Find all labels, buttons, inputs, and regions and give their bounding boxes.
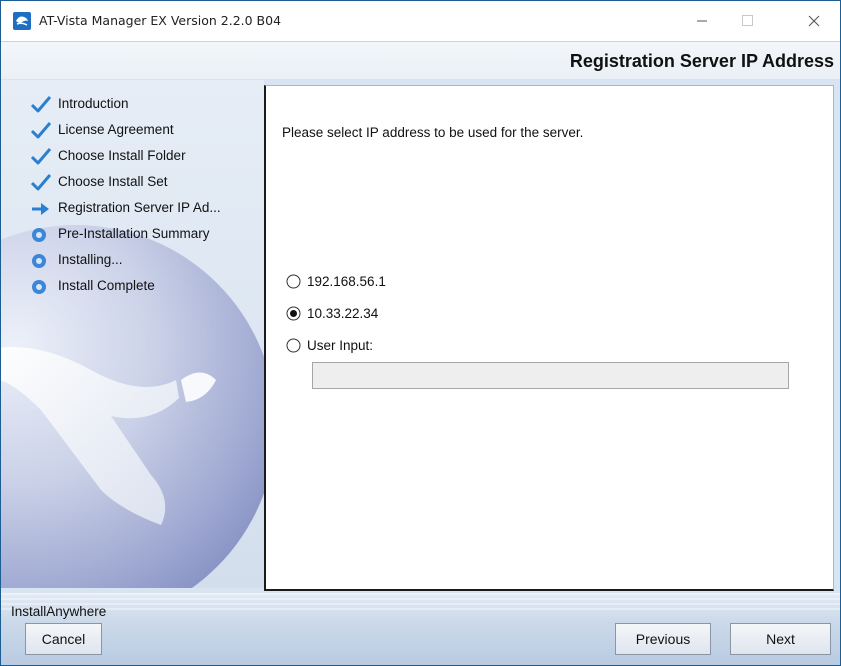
radio-unselected-icon[interactable]: [286, 338, 301, 353]
checkmark-icon: [31, 148, 51, 165]
step-label: Install Complete: [58, 278, 155, 293]
radio-selected-icon[interactable]: [286, 306, 301, 321]
maximize-icon[interactable]: [725, 1, 771, 41]
title-bar[interactable]: AT-Vista Manager EX Version 2.2.0 B04: [1, 1, 840, 41]
installanywhere-brand: InstallAnywhere: [11, 604, 107, 619]
footer-decoration: [1, 593, 840, 613]
step-label: Registration Server IP Ad...: [58, 200, 221, 215]
instruction-text: Please select IP address to be used for …: [282, 125, 584, 140]
arrow-right-icon: [32, 203, 49, 215]
radio-label[interactable]: 10.33.22.34: [307, 306, 378, 321]
header-band: Registration Server IP Address: [1, 41, 840, 79]
bullet-icon: [32, 228, 46, 242]
bullet-icon: [32, 254, 46, 268]
checkmark-icon: [31, 96, 51, 113]
radio-unselected-icon[interactable]: [286, 274, 301, 289]
cancel-button[interactable]: Cancel: [25, 623, 102, 655]
previous-button[interactable]: Previous: [615, 623, 711, 655]
step-label: Pre-Installation Summary: [58, 226, 210, 241]
app-icon: [13, 12, 31, 30]
step-label: Choose Install Folder: [58, 148, 186, 163]
close-icon[interactable]: [791, 1, 837, 41]
checkmark-icon: [31, 122, 51, 139]
step-label: License Agreement: [58, 122, 174, 137]
installer-window: AT-Vista Manager EX Version 2.2.0 B04 Re…: [0, 0, 841, 666]
steps-panel: Introduction License Agreement Choose In…: [1, 80, 264, 588]
window-title: AT-Vista Manager EX Version 2.2.0 B04: [39, 13, 282, 28]
radio-label[interactable]: User Input:: [307, 338, 373, 353]
step-label: Introduction: [58, 96, 129, 111]
step-label: Choose Install Set: [58, 174, 168, 189]
page-title: Registration Server IP Address: [569, 51, 834, 71]
checkmark-icon: [31, 174, 51, 191]
minimize-icon[interactable]: [679, 1, 725, 41]
main-panel: Please select IP address to be used for …: [264, 85, 834, 591]
step-label: Installing...: [58, 252, 123, 267]
radio-label[interactable]: 192.168.56.1: [307, 274, 386, 289]
bullet-icon: [32, 280, 46, 294]
user-input-ip-field[interactable]: [312, 362, 789, 389]
next-button[interactable]: Next: [730, 623, 831, 655]
